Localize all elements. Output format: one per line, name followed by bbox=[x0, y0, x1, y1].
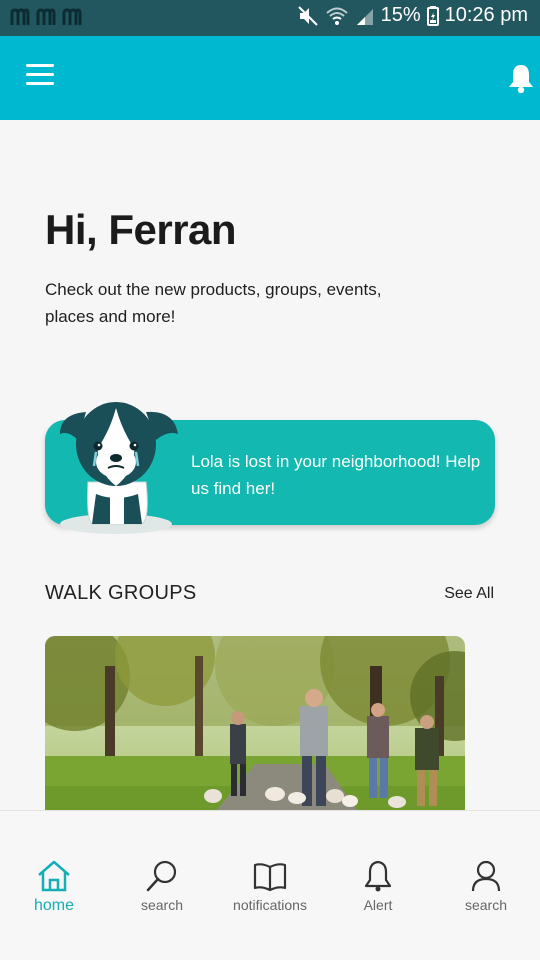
nav-profile-search-label: search bbox=[464, 897, 508, 913]
greeting-subtitle: Check out the new products, groups, even… bbox=[45, 280, 382, 326]
walk-group-card[interactable] bbox=[45, 636, 465, 836]
search-icon bbox=[146, 860, 177, 892]
nav-search[interactable]: search bbox=[108, 859, 216, 913]
nav-search-label: search bbox=[140, 897, 184, 913]
nav-alert[interactable]: Alert bbox=[324, 859, 432, 913]
dog-illustration bbox=[60, 402, 178, 534]
nav-notifications[interactable]: notifications bbox=[216, 859, 324, 913]
signal-icon bbox=[356, 8, 373, 25]
gmail-notification-icon bbox=[10, 8, 30, 25]
bell-icon bbox=[364, 860, 392, 892]
battery-icon bbox=[426, 5, 439, 26]
mute-icon bbox=[297, 5, 318, 26]
nav-alert-label: Alert bbox=[363, 897, 393, 913]
notification-icons bbox=[10, 6, 82, 28]
status-bar: 15% 10:26 pm bbox=[0, 0, 540, 36]
home-icon bbox=[38, 860, 70, 892]
walk-groups-title: WALK GROUPS bbox=[45, 582, 197, 604]
nav-home-label: home bbox=[33, 897, 75, 914]
nav-profile-search[interactable]: search bbox=[432, 859, 540, 913]
nav-home[interactable]: home bbox=[0, 859, 108, 915]
user-icon bbox=[471, 860, 501, 892]
bottom-navigation: home search notifications Alert search bbox=[0, 810, 540, 960]
lost-pet-message: Lola is lost in your neighborhood! Help … bbox=[191, 452, 481, 498]
hamburger-menu-icon[interactable] bbox=[26, 64, 58, 92]
gmail-notification-icon bbox=[62, 8, 82, 25]
nav-notifications-label: notifications bbox=[233, 897, 307, 913]
book-icon bbox=[253, 863, 287, 892]
see-all-link[interactable]: See All bbox=[444, 585, 494, 603]
wifi-icon bbox=[325, 7, 348, 25]
battery-percent: 15% bbox=[380, 4, 421, 26]
clock: 10:26 pm bbox=[444, 4, 528, 26]
greeting-title: Hi, Ferran bbox=[45, 206, 237, 253]
gmail-notification-icon bbox=[36, 8, 56, 25]
app-bar bbox=[0, 36, 540, 120]
bell-icon[interactable] bbox=[506, 62, 536, 94]
walk-group-photo bbox=[45, 636, 465, 836]
